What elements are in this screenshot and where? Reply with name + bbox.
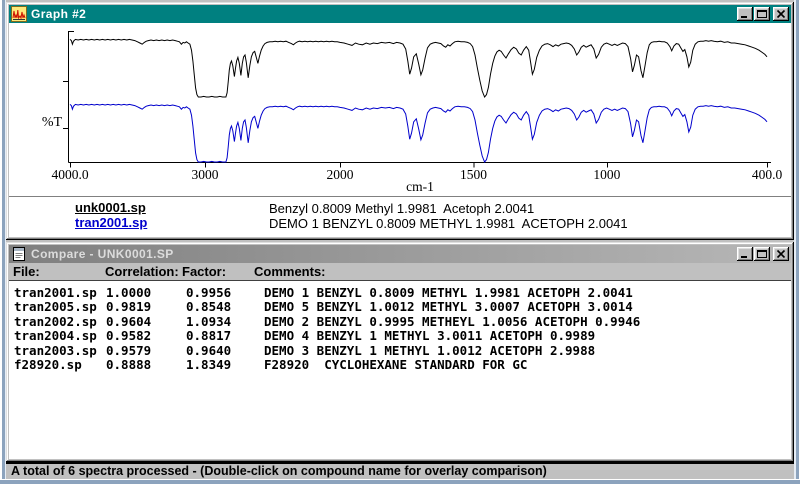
graph-titlebar[interactable]: Graph #2 — [9, 5, 791, 23]
table-row[interactable]: tran2004.sp 0.9582 0.8817 DEMO 4 BENZYL 1 M… — [9, 328, 791, 342]
cell-comments: DEMO 1 BENZYL 0.8009 METHYL 1.9981 ACETO… — [264, 285, 633, 300]
cell-correlation: 0.9604 — [106, 314, 151, 329]
cell-correlation: 0.8888 — [106, 357, 151, 372]
cell-file: f28920.sp — [14, 357, 82, 372]
cell-file: tran2001.sp — [14, 285, 97, 300]
column-header-comments: Comments: — [254, 264, 326, 279]
table-row[interactable]: tran2005.sp 0.9819 0.8548 DEMO 5 BENZYL 1.0… — [9, 299, 791, 313]
close-button[interactable] — [773, 7, 789, 21]
minimize-button[interactable] — [737, 247, 753, 261]
close-button[interactable] — [773, 247, 789, 261]
svg-text:4000.0: 4000.0 — [51, 167, 88, 182]
compare-results-list[interactable]: tran2001.sp 1.0000 0.9956 DEMO 1 BENZYL 0.8… — [9, 280, 791, 459]
cell-factor: 0.9956 — [186, 285, 231, 300]
svg-text:2000: 2000 — [327, 167, 354, 182]
table-row[interactable]: tran2001.sp 1.0000 0.9956 DEMO 1 BENZYL 0.8… — [9, 285, 791, 299]
cell-file: tran2004.sp — [14, 328, 97, 343]
cell-correlation: 0.9819 — [106, 299, 151, 314]
cell-correlation: 0.9579 — [106, 343, 151, 358]
maximize-button[interactable] — [754, 247, 770, 261]
status-bar: A total of 6 spectra processed - (Double… — [6, 462, 794, 479]
graph-window-title: Graph #2 — [31, 7, 86, 21]
compare-window-title: Compare - UNK0001.SP — [31, 247, 174, 261]
cell-correlation: 0.9582 — [106, 328, 151, 343]
mdi-frame-bottom-edge — [0, 479, 800, 484]
cell-correlation: 1.0000 — [106, 285, 151, 300]
legend-file-link[interactable]: tran2001.sp — [75, 215, 147, 230]
mdi-frame-right-edge — [794, 0, 800, 484]
cell-file: tran2002.sp — [14, 314, 97, 329]
app-root: Graph #2 4000.0 3000 2000 1500 1000 400.0 cm-1… — [0, 0, 800, 484]
compare-titlebar[interactable]: Compare - UNK0001.SP — [9, 245, 791, 263]
cell-factor: 0.9640 — [186, 343, 231, 358]
compare-window-controls — [736, 247, 789, 261]
table-row[interactable]: f28920.sp 0.8888 1.8349 F28920 CYCLOHEXANE … — [9, 357, 791, 371]
cell-factor: 1.0934 — [186, 314, 231, 329]
cell-factor: 1.8349 — [186, 357, 231, 372]
table-row[interactable]: tran2002.sp 0.9604 1.0934 DEMO 2 BENZYL 0.9… — [9, 314, 791, 328]
column-header-factor: Factor: — [182, 264, 226, 279]
svg-text:1000: 1000 — [593, 167, 620, 182]
compare-column-headers: File: Correlation: Factor: Comments: — [9, 263, 791, 280]
cell-comments: DEMO 5 BENZYL 1.0012 METHYL 3.0007 ACETO… — [264, 299, 633, 314]
compare-document-icon — [11, 246, 27, 262]
mdi-frame-left-edge — [0, 0, 6, 484]
graph-window: Graph #2 4000.0 3000 2000 1500 1000 400.0 cm-1… — [6, 2, 794, 240]
cell-factor: 0.8548 — [186, 299, 231, 314]
svg-text:1500: 1500 — [460, 167, 487, 182]
cell-comments: DEMO 2 BENZYL 0.9995 METHEYL 1.0056 ACET… — [264, 314, 640, 329]
svg-text:cm-1: cm-1 — [406, 179, 434, 194]
cell-file: tran2003.sp — [14, 343, 97, 358]
svg-text:%T: %T — [42, 115, 63, 130]
cell-comments: DEMO 4 BENZYL 1 METHYL 3.0011 ACETOPH 0.… — [264, 328, 595, 343]
column-header-correlation: Correlation: — [105, 264, 179, 279]
cell-comments: F28920 CYCLOHEXANE STANDARD FOR GC — [264, 357, 527, 372]
spectrum-chart-icon — [11, 6, 27, 22]
table-row[interactable]: tran2003.sp 0.9579 0.9640 DEMO 3 BENZYL 1 M… — [9, 343, 791, 357]
compare-window: Compare - UNK0001.SP File: Correlation: … — [6, 242, 794, 462]
legend-comment: Benzyl 0.8009 Methyl 1.9981 Acetoph 2.00… — [269, 201, 534, 216]
column-header-file: File: — [13, 264, 40, 279]
graph-client-area: 4000.0 3000 2000 1500 1000 400.0 cm-1 %T unk000… — [9, 23, 791, 237]
legend-row: tran2001.sp DEMO 1 BENZYL 0.8009 METHYL 1… — [9, 215, 791, 230]
cell-factor: 0.8817 — [186, 328, 231, 343]
legend-row: unk0001.sp Benzyl 0.8009 Methyl 1.9981 Ac… — [9, 200, 791, 215]
graph-window-controls — [736, 7, 789, 21]
legend-comment: DEMO 1 BENZYL 0.8009 METHYL 1.9981 ACETO… — [269, 216, 628, 231]
ir-spectra-plot[interactable]: 4000.0 3000 2000 1500 1000 400.0 cm-1 %T — [9, 23, 791, 196]
spectra-svg: 4000.0 3000 2000 1500 1000 400.0 cm-1 %T — [9, 23, 791, 196]
minimize-button[interactable] — [737, 7, 753, 21]
legend-file-link[interactable]: unk0001.sp — [75, 200, 146, 215]
maximize-button[interactable] — [754, 7, 770, 21]
svg-text:3000: 3000 — [192, 167, 219, 182]
svg-text:400.0: 400.0 — [752, 167, 783, 182]
status-text: A total of 6 spectra processed - (Double… — [11, 464, 547, 478]
spectra-legend: unk0001.sp Benzyl 0.8009 Methyl 1.9981 Ac… — [9, 196, 791, 237]
cell-file: tran2005.sp — [14, 299, 97, 314]
cell-comments: DEMO 3 BENZYL 1 METHYL 1.0012 ACETOPH 2.… — [264, 343, 595, 358]
